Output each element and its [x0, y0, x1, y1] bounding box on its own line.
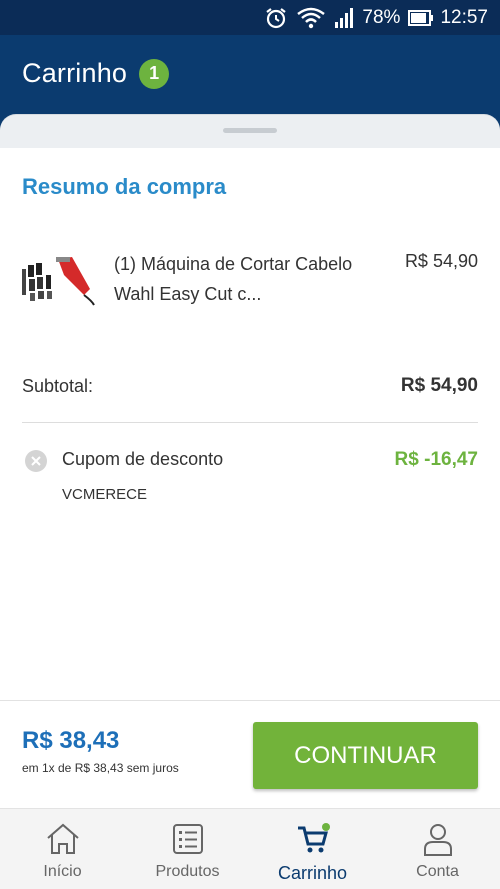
cart-icon	[294, 821, 332, 857]
nav-label: Conta	[416, 863, 459, 880]
coupon-code: VCMERECE	[62, 486, 148, 503]
drag-handle[interactable]	[223, 128, 277, 133]
subtotal-label: Subtotal:	[22, 376, 94, 396]
divider	[22, 422, 478, 423]
nav-label: Produtos	[155, 863, 220, 880]
cart-count-badge: 1	[139, 58, 170, 89]
remove-coupon-button[interactable]	[25, 450, 47, 472]
nav-item-inicio[interactable]: Início	[0, 809, 125, 889]
signal-icon	[334, 7, 356, 29]
nav-label: Início	[43, 863, 82, 880]
status-bar: 78% 12:57	[0, 0, 500, 35]
user-icon	[419, 821, 457, 857]
nav-item-carrinho[interactable]: Carrinho	[250, 809, 375, 889]
product-name[interactable]: (1) Máquina de Cortar Cabelo Wahl Easy C…	[114, 249, 364, 309]
app-header: Carrinho 1	[0, 35, 500, 112]
subtotal-value: R$ 54,90	[400, 375, 478, 396]
alarm-icon	[264, 6, 288, 30]
continue-button[interactable]: CONTINUAR	[253, 722, 478, 789]
home-icon	[44, 821, 82, 857]
hair-clipper-icon	[20, 255, 96, 307]
battery-icon	[408, 9, 434, 27]
bottom-navigation: Início Produtos Carrinho Conta	[0, 808, 500, 889]
close-icon	[31, 456, 41, 466]
nav-item-conta[interactable]: Conta	[375, 809, 500, 889]
coupon-label: Cupom de desconto	[62, 449, 224, 469]
list-icon	[169, 821, 207, 857]
clock: 12:57	[440, 6, 488, 28]
battery-percent: 78%	[362, 6, 401, 28]
footer-divider	[0, 700, 500, 701]
total-value: R$ 38,43	[22, 727, 120, 754]
product-price: R$ 54,90	[404, 251, 478, 271]
coupon-discount-value: R$ -16,47	[394, 449, 478, 470]
nav-item-produtos[interactable]: Produtos	[125, 809, 250, 889]
nav-label: Carrinho	[277, 863, 348, 883]
section-title: Resumo da compra	[22, 174, 227, 199]
page-title: Carrinho	[22, 58, 128, 88]
installments-text: em 1x de R$ 38,43 sem juros	[22, 761, 179, 775]
wifi-icon	[296, 6, 326, 30]
